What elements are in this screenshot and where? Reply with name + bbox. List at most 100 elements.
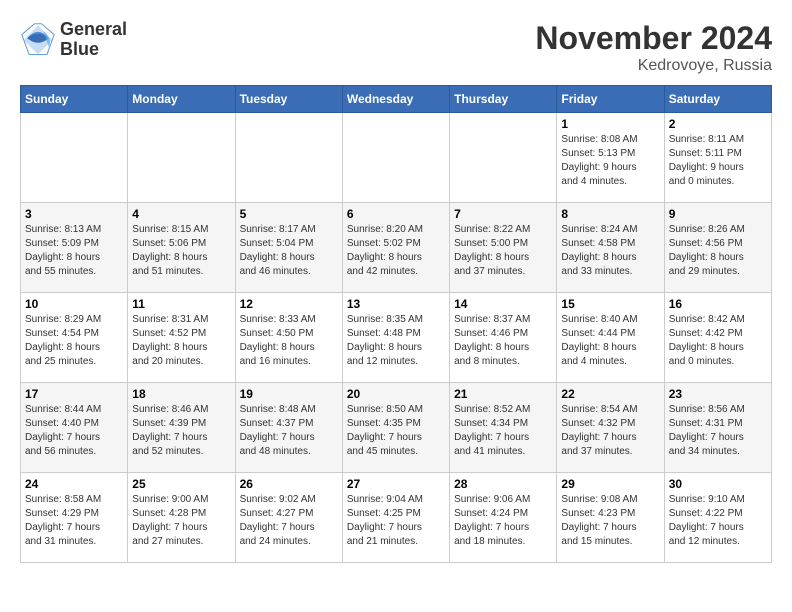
day-number: 18 bbox=[132, 387, 230, 401]
calendar-day-cell: 19 Sunrise: 8:48 AM Sunset: 4:37 PM Dayli… bbox=[235, 383, 342, 473]
calendar-day-cell: 3Sunrise: 8:13 AM Sunset: 5:09 PM Daylig… bbox=[21, 203, 128, 293]
day-info: Sunrise: 8:22 AM Sunset: 5:00 PM Dayligh… bbox=[454, 223, 552, 279]
empty-cell bbox=[21, 113, 128, 203]
calendar-day-cell: 22 Sunrise: 8:54 AM Sunset: 4:32 PM Dayli… bbox=[557, 383, 664, 473]
calendar-day-cell: 25 Sunrise: 9:00 AM Sunset: 4:28 PM Dayli… bbox=[128, 473, 235, 563]
day-info: Sunrise: 9:00 AM Sunset: 4:28 PM Dayligh… bbox=[132, 493, 230, 549]
calendar-day-cell: 7Sunrise: 8:22 AM Sunset: 5:00 PM Daylig… bbox=[450, 203, 557, 293]
day-info: Sunrise: 8:33 AM Sunset: 4:50 PM Dayligh… bbox=[240, 313, 338, 369]
day-number: 6 bbox=[347, 207, 445, 221]
calendar-day-cell: 27Sunrise: 9:04 AM Sunset: 4:25 PM Dayli… bbox=[342, 473, 449, 563]
day-number: 26 bbox=[240, 477, 338, 491]
calendar-table: SundayMondayTuesdayWednesdayThursdayFrid… bbox=[20, 85, 772, 563]
day-info: Sunrise: 8:20 AM Sunset: 5:02 PM Dayligh… bbox=[347, 223, 445, 279]
empty-cell bbox=[342, 113, 449, 203]
day-info: Sunrise: 8:11 AM Sunset: 5:11 PM Dayligh… bbox=[669, 133, 767, 189]
calendar-day-cell: 15Sunrise: 8:40 AM Sunset: 4:44 PM Dayli… bbox=[557, 293, 664, 383]
calendar-day-cell: 13 Sunrise: 8:35 AM Sunset: 4:48 PM Dayli… bbox=[342, 293, 449, 383]
day-number: 11 bbox=[132, 297, 230, 311]
day-info: Sunrise: 8:52 AM Sunset: 4:34 PM Dayligh… bbox=[454, 403, 552, 459]
day-info: Sunrise: 8:50 AM Sunset: 4:35 PM Dayligh… bbox=[347, 403, 445, 459]
calendar-day-cell: 10 Sunrise: 8:29 AM Sunset: 4:54 PM Dayli… bbox=[21, 293, 128, 383]
day-number: 24 bbox=[25, 477, 123, 491]
calendar-day-cell: 17 Sunrise: 8:44 AM Sunset: 4:40 PM Dayli… bbox=[21, 383, 128, 473]
day-info: Sunrise: 9:08 AM Sunset: 4:23 PM Dayligh… bbox=[561, 493, 659, 549]
day-number: 13 bbox=[347, 297, 445, 311]
day-info: Sunrise: 8:35 AM Sunset: 4:48 PM Dayligh… bbox=[347, 313, 445, 369]
calendar-day-cell: 30 Sunrise: 9:10 AM Sunset: 4:22 PM Dayli… bbox=[664, 473, 771, 563]
calendar-week-row: 1 Sunrise: 8:08 AM Sunset: 5:13 PM Daylig… bbox=[21, 113, 772, 203]
day-number: 20 bbox=[347, 387, 445, 401]
calendar-week-row: 10 Sunrise: 8:29 AM Sunset: 4:54 PM Dayli… bbox=[21, 293, 772, 383]
calendar-day-cell: 16 Sunrise: 8:42 AM Sunset: 4:42 PM Dayli… bbox=[664, 293, 771, 383]
calendar-day-cell: 8 Sunrise: 8:24 AM Sunset: 4:58 PM Daylig… bbox=[557, 203, 664, 293]
day-number: 22 bbox=[561, 387, 659, 401]
day-number: 19 bbox=[240, 387, 338, 401]
day-info: Sunrise: 8:31 AM Sunset: 4:52 PM Dayligh… bbox=[132, 313, 230, 369]
title-area: November 2024 Kedrovoye, Russia bbox=[535, 20, 772, 75]
day-number: 1 bbox=[561, 117, 659, 131]
day-info: Sunrise: 8:15 AM Sunset: 5:06 PM Dayligh… bbox=[132, 223, 230, 279]
day-number: 29 bbox=[561, 477, 659, 491]
day-number: 4 bbox=[132, 207, 230, 221]
calendar-day-cell: 23 Sunrise: 8:56 AM Sunset: 4:31 PM Dayli… bbox=[664, 383, 771, 473]
day-info: Sunrise: 8:56 AM Sunset: 4:31 PM Dayligh… bbox=[669, 403, 767, 459]
day-number: 17 bbox=[25, 387, 123, 401]
day-number: 30 bbox=[669, 477, 767, 491]
day-number: 16 bbox=[669, 297, 767, 311]
month-title: November 2024 bbox=[535, 20, 772, 57]
day-info: Sunrise: 9:10 AM Sunset: 4:22 PM Dayligh… bbox=[669, 493, 767, 549]
day-info: Sunrise: 8:17 AM Sunset: 5:04 PM Dayligh… bbox=[240, 223, 338, 279]
col-header-monday: Monday bbox=[128, 86, 235, 113]
col-header-wednesday: Wednesday bbox=[342, 86, 449, 113]
day-info: Sunrise: 8:46 AM Sunset: 4:39 PM Dayligh… bbox=[132, 403, 230, 459]
day-number: 10 bbox=[25, 297, 123, 311]
calendar-day-cell: 6 Sunrise: 8:20 AM Sunset: 5:02 PM Daylig… bbox=[342, 203, 449, 293]
calendar-day-cell: 29 Sunrise: 9:08 AM Sunset: 4:23 PM Dayli… bbox=[557, 473, 664, 563]
calendar-day-cell: 4 Sunrise: 8:15 AM Sunset: 5:06 PM Daylig… bbox=[128, 203, 235, 293]
calendar-day-cell: 21 Sunrise: 8:52 AM Sunset: 4:34 PM Dayli… bbox=[450, 383, 557, 473]
col-header-thursday: Thursday bbox=[450, 86, 557, 113]
calendar-day-cell: 28Sunrise: 9:06 AM Sunset: 4:24 PM Dayli… bbox=[450, 473, 557, 563]
day-info: Sunrise: 8:24 AM Sunset: 4:58 PM Dayligh… bbox=[561, 223, 659, 279]
day-number: 9 bbox=[669, 207, 767, 221]
location-subtitle: Kedrovoye, Russia bbox=[535, 57, 772, 75]
day-info: Sunrise: 8:37 AM Sunset: 4:46 PM Dayligh… bbox=[454, 313, 552, 369]
day-info: Sunrise: 9:04 AM Sunset: 4:25 PM Dayligh… bbox=[347, 493, 445, 549]
day-number: 21 bbox=[454, 387, 552, 401]
calendar-day-cell: 5 Sunrise: 8:17 AM Sunset: 5:04 PM Daylig… bbox=[235, 203, 342, 293]
day-info: Sunrise: 8:58 AM Sunset: 4:29 PM Dayligh… bbox=[25, 493, 123, 549]
day-info: Sunrise: 8:48 AM Sunset: 4:37 PM Dayligh… bbox=[240, 403, 338, 459]
empty-cell bbox=[235, 113, 342, 203]
day-number: 14 bbox=[454, 297, 552, 311]
calendar-day-cell: 26 Sunrise: 9:02 AM Sunset: 4:27 PM Dayli… bbox=[235, 473, 342, 563]
day-number: 2 bbox=[669, 117, 767, 131]
empty-cell bbox=[128, 113, 235, 203]
day-number: 8 bbox=[561, 207, 659, 221]
header: General Blue November 2024 Kedrovoye, Ru… bbox=[20, 20, 772, 75]
calendar-day-cell: 18 Sunrise: 8:46 AM Sunset: 4:39 PM Dayli… bbox=[128, 383, 235, 473]
calendar-day-cell: 1 Sunrise: 8:08 AM Sunset: 5:13 PM Daylig… bbox=[557, 113, 664, 203]
day-number: 3 bbox=[25, 207, 123, 221]
calendar-week-row: 17 Sunrise: 8:44 AM Sunset: 4:40 PM Dayli… bbox=[21, 383, 772, 473]
col-header-sunday: Sunday bbox=[21, 86, 128, 113]
day-info: Sunrise: 8:54 AM Sunset: 4:32 PM Dayligh… bbox=[561, 403, 659, 459]
day-info: Sunrise: 9:02 AM Sunset: 4:27 PM Dayligh… bbox=[240, 493, 338, 549]
calendar-day-cell: 14 Sunrise: 8:37 AM Sunset: 4:46 PM Dayli… bbox=[450, 293, 557, 383]
calendar-week-row: 3Sunrise: 8:13 AM Sunset: 5:09 PM Daylig… bbox=[21, 203, 772, 293]
day-number: 15 bbox=[561, 297, 659, 311]
day-number: 23 bbox=[669, 387, 767, 401]
col-header-tuesday: Tuesday bbox=[235, 86, 342, 113]
day-info: Sunrise: 8:08 AM Sunset: 5:13 PM Dayligh… bbox=[561, 133, 659, 189]
day-number: 28 bbox=[454, 477, 552, 491]
logo-icon bbox=[20, 22, 56, 58]
day-info: Sunrise: 8:29 AM Sunset: 4:54 PM Dayligh… bbox=[25, 313, 123, 369]
col-header-friday: Friday bbox=[557, 86, 664, 113]
logo-text: General Blue bbox=[60, 20, 127, 60]
calendar-day-cell: 20 Sunrise: 8:50 AM Sunset: 4:35 PM Dayli… bbox=[342, 383, 449, 473]
day-number: 25 bbox=[132, 477, 230, 491]
day-info: Sunrise: 8:42 AM Sunset: 4:42 PM Dayligh… bbox=[669, 313, 767, 369]
day-number: 5 bbox=[240, 207, 338, 221]
day-info: Sunrise: 8:44 AM Sunset: 4:40 PM Dayligh… bbox=[25, 403, 123, 459]
day-number: 12 bbox=[240, 297, 338, 311]
